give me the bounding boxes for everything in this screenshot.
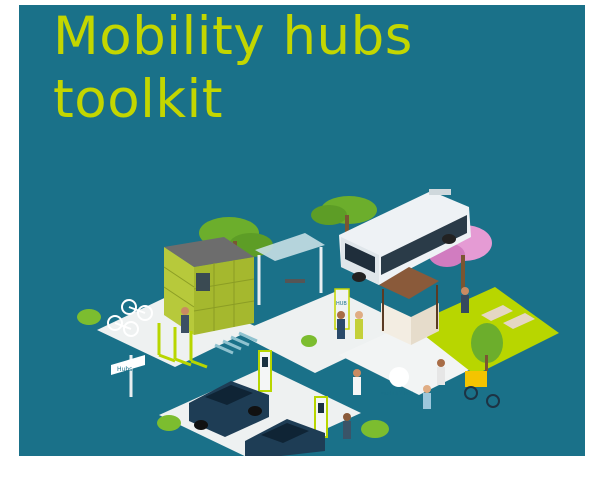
mobility-hub-illustration: Hubs HUB MOBILITY HUB <box>77 189 559 456</box>
hub-logo-label: MOBILITY HUB <box>381 391 413 397</box>
ev-charger-icon <box>258 350 272 392</box>
cargo-bike-icon <box>464 371 500 408</box>
parcel-locker-icon <box>163 237 255 335</box>
direction-sign-label: Hubs <box>117 366 132 373</box>
cover-panel: Mobility hubs toolkit Hubs HUB MOBILITY … <box>19 5 585 456</box>
kiosk-label: HUB <box>336 301 347 307</box>
direction-sign: Hubs <box>111 355 145 397</box>
